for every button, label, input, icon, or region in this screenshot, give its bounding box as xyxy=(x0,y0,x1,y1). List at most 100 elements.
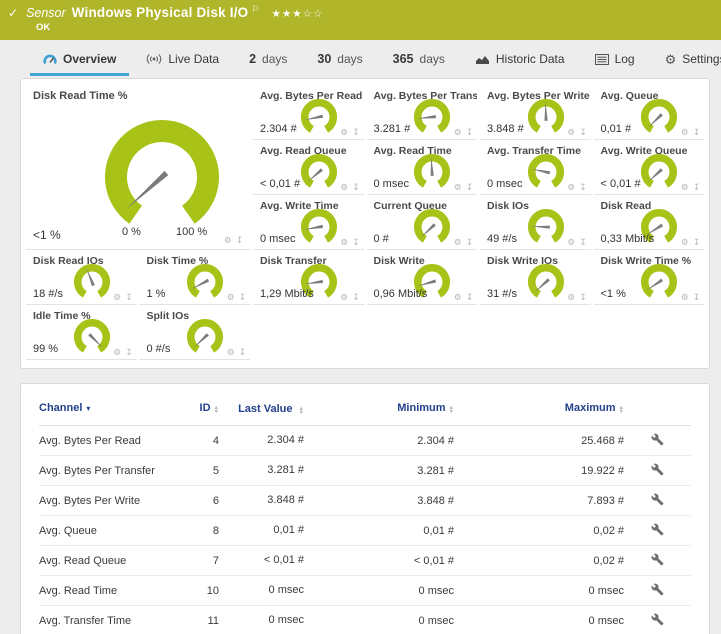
gauge-tile: Avg. Write Queue < 0,01 # ⚙ ↧ xyxy=(594,140,705,195)
channel-maximum: 0 msec xyxy=(454,615,624,627)
column-header-channel[interactable]: Channel▾ xyxy=(39,402,184,414)
pin-icon[interactable]: ↧ xyxy=(352,127,360,137)
gear-icon[interactable]: ⚙ xyxy=(340,237,349,247)
tab-number: 365 xyxy=(393,52,414,66)
tab-live-data[interactable]: Live Data xyxy=(131,40,234,78)
gear-icon[interactable]: ⚙ xyxy=(113,292,122,302)
column-header-id[interactable]: ID▲▼ xyxy=(184,402,219,414)
gauge-value: 31 #/s xyxy=(487,288,517,300)
pin-icon[interactable]: ↧ xyxy=(693,292,701,302)
tab-settings[interactable]: ⚙ Settings xyxy=(650,40,721,78)
edit-channel-wrench-icon[interactable] xyxy=(651,493,664,506)
gear-icon[interactable]: ⚙ xyxy=(454,237,463,247)
gear-icon[interactable]: ⚙ xyxy=(340,292,349,302)
pin-icon[interactable]: ↧ xyxy=(693,182,701,192)
gauge-tile: Avg. Bytes Per Write 3.848 # ⚙ ↧ xyxy=(480,85,591,140)
pin-icon[interactable]: ↧ xyxy=(579,237,587,247)
gauge-value: <1 % xyxy=(601,288,626,300)
edit-channel-wrench-icon[interactable] xyxy=(651,613,664,626)
table-row: Avg. Transfer Time 11 0 msec 0 msec 0 ms… xyxy=(39,606,691,634)
pin-icon[interactable]: ↧ xyxy=(579,182,587,192)
pin-icon[interactable]: ↧ xyxy=(466,182,474,192)
gear-icon[interactable]: ⚙ xyxy=(681,292,690,302)
column-label: ID xyxy=(200,402,211,414)
table-header-row: Channel▾ ID▲▼ Last Value ▲▼ Minimum▲▼ Ma… xyxy=(39,388,691,426)
gauge-tile: Disk Read 0,33 Mbit/s ⚙ ↧ xyxy=(594,195,705,250)
pin-icon[interactable]: ↧ xyxy=(466,237,474,247)
gear-icon[interactable]: ⚙ xyxy=(681,237,690,247)
pin-icon[interactable]: ↧ xyxy=(693,237,701,247)
channel-minimum: 0 msec xyxy=(304,585,454,597)
gear-icon[interactable]: ⚙ xyxy=(224,235,233,245)
channel-last-value: 2.304 # xyxy=(219,433,304,448)
gear-icon[interactable]: ⚙ xyxy=(567,292,576,302)
tab-label: days xyxy=(420,52,445,66)
pin-icon[interactable]: ↧ xyxy=(236,235,244,245)
tab-2-days[interactable]: 2 days xyxy=(234,40,302,78)
sensor-kind-label: Sensor xyxy=(26,6,66,20)
pin-icon[interactable]: ↧ xyxy=(125,292,133,302)
column-header-last-value[interactable]: Last Value ▲▼ xyxy=(219,402,304,417)
gear-icon[interactable]: ⚙ xyxy=(567,127,576,137)
channel-table-panel: Channel▾ ID▲▼ Last Value ▲▼ Minimum▲▼ Ma… xyxy=(20,383,710,634)
gauge-dial xyxy=(298,98,340,136)
gear-icon[interactable]: ⚙ xyxy=(454,292,463,302)
edit-channel-wrench-icon[interactable] xyxy=(651,433,664,446)
gear-icon[interactable]: ⚙ xyxy=(454,127,463,137)
table-row: Avg. Read Time 10 0 msec 0 msec 0 msec xyxy=(39,576,691,606)
gear-icon[interactable]: ⚙ xyxy=(567,237,576,247)
gear-icon[interactable]: ⚙ xyxy=(227,347,236,357)
edit-channel-wrench-icon[interactable] xyxy=(651,553,664,566)
edit-channel-wrench-icon[interactable] xyxy=(651,463,664,476)
table-body: Avg. Bytes Per Read 4 2.304 # 2.304 # 25… xyxy=(39,426,691,634)
gauge-value: 0 #/s xyxy=(147,343,171,355)
priority-stars[interactable]: ★★★☆☆ xyxy=(271,8,323,20)
gauge-tile: Idle Time % 99 % ⚙ ↧ xyxy=(26,305,137,360)
pin-icon[interactable]: ↧ xyxy=(239,347,247,357)
gauge-value: 3.848 # xyxy=(487,123,524,135)
gauge-tile: Disk Read IOs 18 #/s ⚙ ↧ xyxy=(26,250,137,305)
gear-icon[interactable]: ⚙ xyxy=(681,182,690,192)
pin-icon[interactable]: ↧ xyxy=(352,182,360,192)
table-row: Avg. Bytes Per Read 4 2.304 # 2.304 # 25… xyxy=(39,426,691,456)
edit-channel-wrench-icon[interactable] xyxy=(651,583,664,596)
tab-label: Settings xyxy=(682,52,721,66)
pin-icon[interactable]: ↧ xyxy=(352,292,360,302)
gear-icon[interactable]: ⚙ xyxy=(227,292,236,302)
gauge-tile: Avg. Bytes Per Transfer 3.281 # ⚙ ↧ xyxy=(367,85,478,140)
gauge-tile: Disk Transfer 1,29 Mbit/s ⚙ ↧ xyxy=(253,250,364,305)
pin-icon[interactable]: ↧ xyxy=(125,347,133,357)
gauge-value: 0 msec xyxy=(487,178,522,190)
pin-icon[interactable]: ↧ xyxy=(352,237,360,247)
channel-minimum: 2.304 # xyxy=(304,435,454,447)
gauge-value: 0,33 Mbit/s xyxy=(601,233,655,245)
pin-icon[interactable]: ↧ xyxy=(579,292,587,302)
gauge-tile: Avg. Transfer Time 0 msec ⚙ ↧ xyxy=(480,140,591,195)
gauge-dial xyxy=(82,99,242,249)
flag-icon[interactable]: ⚐ xyxy=(251,4,259,15)
channel-id: 10 xyxy=(184,585,219,597)
channel-id: 6 xyxy=(184,495,219,507)
gear-icon[interactable]: ⚙ xyxy=(340,182,349,192)
pin-icon[interactable]: ↧ xyxy=(693,127,701,137)
gauge-dial xyxy=(638,263,680,301)
tab-365-days[interactable]: 365 days xyxy=(378,40,460,78)
gear-icon[interactable]: ⚙ xyxy=(681,127,690,137)
tab-30-days[interactable]: 30 days xyxy=(302,40,377,78)
edit-channel-wrench-icon[interactable] xyxy=(651,523,664,536)
pin-icon[interactable]: ↧ xyxy=(239,292,247,302)
column-header-maximum[interactable]: Maximum▲▼ xyxy=(454,402,624,414)
pin-icon[interactable]: ↧ xyxy=(466,292,474,302)
tab-overview[interactable]: Overview xyxy=(28,40,131,78)
gear-icon[interactable]: ⚙ xyxy=(113,347,122,357)
tab-historic-data[interactable]: Historic Data xyxy=(460,40,580,78)
column-header-minimum[interactable]: Minimum▲▼ xyxy=(304,402,454,414)
pin-icon[interactable]: ↧ xyxy=(579,127,587,137)
tab-log[interactable]: Log xyxy=(580,40,650,78)
gear-icon[interactable]: ⚙ xyxy=(340,127,349,137)
pin-icon[interactable]: ↧ xyxy=(466,127,474,137)
gear-icon[interactable]: ⚙ xyxy=(567,182,576,192)
gauge-value: 2.304 # xyxy=(260,123,297,135)
table-row: Avg. Read Queue 7 < 0,01 # < 0,01 # 0,02… xyxy=(39,546,691,576)
gear-icon[interactable]: ⚙ xyxy=(454,182,463,192)
